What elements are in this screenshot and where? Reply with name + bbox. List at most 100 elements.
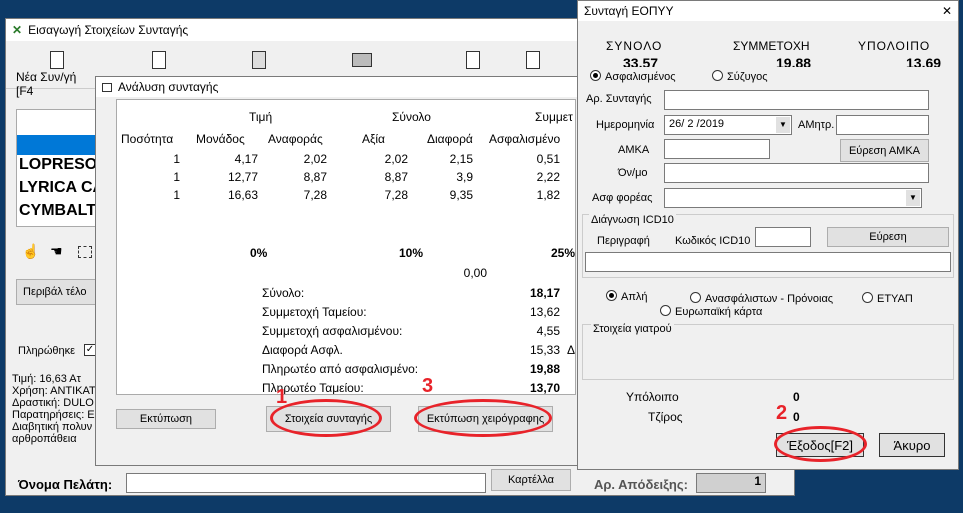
drug-item[interactable]: CYMBALT: [19, 202, 96, 220]
manual-print-button-label: Εκτύπωση χειρόγραφης: [426, 413, 545, 425]
summary-label: Συμμετοχή ασφαλισμένου:: [262, 324, 403, 338]
selection-icon[interactable]: [78, 246, 92, 258]
drug-item[interactable]: LOPRESO: [19, 156, 97, 174]
cell: 8,87: [384, 170, 408, 184]
diagnosis-input[interactable]: [585, 252, 951, 272]
analysis-grid: Τιμή Σύνολο Συμμετ Ποσότητα Μονάδος Αναφ…: [116, 99, 576, 395]
customer-label: Όνομα Πελάτη:: [18, 477, 113, 492]
cell: 1: [173, 152, 180, 166]
environment-button[interactable]: Περιβάλ τέλο: [16, 279, 104, 305]
printer-icon[interactable]: [352, 53, 372, 67]
rx-no-label: Αρ. Συνταγής: [586, 93, 652, 105]
fund-select[interactable]: ▼: [664, 188, 922, 208]
info-line: Τιμή: 16,63 Ατ: [12, 373, 81, 385]
cell: 8,87: [303, 170, 327, 184]
amka-mother-input[interactable]: [836, 115, 929, 135]
annotation-number: 3: [422, 375, 434, 397]
european-card-radio[interactable]: Ευρωπαϊκή κάρτα: [660, 305, 762, 318]
cancel-button[interactable]: Άκυρο: [879, 433, 945, 457]
card-button-label: Καρτέλλα: [507, 474, 555, 486]
find-amka-button[interactable]: Εύρεση ΑΜΚΑ: [840, 139, 929, 162]
receipt-value: 1: [754, 474, 761, 488]
simple-radio[interactable]: Απλή: [606, 290, 648, 303]
chevron-down-icon[interactable]: ▼: [776, 117, 790, 133]
rx-no-input[interactable]: [664, 90, 929, 110]
info-line: αρθροπάθεια: [12, 433, 77, 445]
spouse-label: Σύζυγος: [727, 71, 768, 83]
analysis-title: Ανάλυση συνταγής: [118, 80, 219, 94]
cell: 3,9: [456, 170, 473, 184]
cell: 1: [173, 188, 180, 202]
info-line: Δραστική: DULO: [12, 397, 94, 409]
col-header: Μονάδος: [196, 132, 245, 146]
analysis-window: Ανάλυση συνταγής Τιμή Σύνολο Συμμετ Ποσό…: [95, 76, 595, 466]
card-button[interactable]: Καρτέλλα: [491, 469, 571, 491]
drug-info-panel: Τιμή: 16,63 Ατ Χρήση: ΑΝΤΙΚΑΤ Δραστική: …: [12, 373, 104, 463]
remaining-value: 13,69: [906, 55, 942, 67]
rx-details-button[interactable]: Στοιχεία συνταγής: [266, 406, 391, 432]
european-card-label: Ευρωπαϊκή κάρτα: [675, 306, 763, 318]
summary-label: Διαφορά Ασφλ.: [262, 343, 343, 357]
zero-value: 0,00: [463, 266, 487, 280]
icd-code-label: Κωδικός ICD10: [675, 235, 751, 247]
description-label: Περιγραφή: [597, 235, 650, 247]
totals-clip: 33,57 19,88 13,69: [578, 55, 960, 67]
balance-value: 0: [793, 390, 800, 404]
icd-code-input[interactable]: [755, 227, 811, 247]
uninsured-radio[interactable]: Ανασφάλιστων - Πρόνοιας: [690, 292, 833, 305]
cancel-button-label: Άκυρο: [893, 437, 931, 453]
name-input[interactable]: [664, 163, 929, 183]
etyap-radio[interactable]: ΕΤΥΑΠ: [862, 292, 913, 305]
info-line: Χρήση: ΑΝΤΙΚΑΤ: [12, 385, 96, 397]
pointer-icon[interactable]: ☚: [50, 243, 63, 260]
radio-dot-icon: [712, 70, 723, 81]
col-header: Αξία: [362, 132, 385, 146]
info-line: Παρατηρήσεις: Ε: [12, 409, 95, 421]
notepad-icon[interactable]: [466, 51, 480, 69]
remaining-label: ΥΠΟΛΟΙΠΟ: [858, 39, 931, 53]
selected-row[interactable]: [17, 135, 107, 155]
radio-dot-icon: [590, 70, 601, 81]
receipt-label: Αρ. Απόδειξης:: [594, 477, 688, 492]
receipt-input[interactable]: 1: [696, 473, 766, 493]
computer-icon[interactable]: [252, 51, 266, 69]
manual-print-button[interactable]: Εκτύπωση χειρόγραφης: [418, 406, 553, 432]
hand-icon[interactable]: ☝: [22, 243, 39, 260]
simple-label: Απλή: [621, 291, 648, 303]
col-header: Ασφαλισμένο: [489, 132, 561, 146]
col-header: Διαφορά: [427, 132, 473, 146]
new-rx-button[interactable]: Νέα Συν/γή [F4: [14, 45, 94, 98]
percent-label: 25%: [551, 246, 576, 260]
spouse-radio[interactable]: Σύζυγος: [712, 70, 768, 83]
col-header: Ποσότητα: [121, 132, 174, 146]
header-participation: Συμμετ: [535, 110, 573, 124]
radio-dot-icon: [862, 292, 873, 303]
find-button[interactable]: Εύρεση: [827, 227, 949, 247]
cell: 1,82: [536, 188, 560, 202]
summary-value: 4,55: [536, 324, 560, 338]
header-total: Σύνολο: [392, 110, 431, 124]
balance-label: Υπόλοιπο: [626, 390, 679, 404]
total-label: ΣΥΝΟΛΟ: [606, 39, 663, 53]
exit-button[interactable]: Έξοδος[F2]: [776, 433, 864, 457]
close-icon[interactable]: ✕: [942, 4, 952, 18]
header-price: Τιμή: [249, 110, 273, 124]
participation-label: ΣΥΜΜΕΤΟΧΗ: [733, 39, 810, 53]
document-edit-icon[interactable]: [526, 51, 540, 69]
cell: 16,63: [227, 188, 258, 202]
participation-value: 19,88: [776, 55, 812, 67]
summary-label: Σύνολο:: [262, 286, 305, 300]
doctor-group: Στοιχεία γιατρού: [582, 323, 954, 380]
insured-radio[interactable]: Ασφαλισμένος: [590, 70, 676, 83]
print-button[interactable]: Εκτύπωση: [116, 409, 216, 429]
document-icon[interactable]: [152, 51, 166, 69]
date-picker[interactable]: 26/ 2 /2019 ▼: [664, 115, 792, 135]
chevron-down-icon[interactable]: ▼: [906, 190, 920, 206]
drug-item[interactable]: LYRICA CA: [19, 179, 104, 197]
window-icon: [102, 82, 112, 92]
amka-input[interactable]: [664, 139, 770, 159]
cell: 1: [173, 170, 180, 184]
uninsured-label: Ανασφάλιστων - Πρόνοιας: [705, 293, 834, 305]
col-header: Αναφοράς: [268, 132, 323, 146]
customer-input[interactable]: [126, 473, 486, 493]
